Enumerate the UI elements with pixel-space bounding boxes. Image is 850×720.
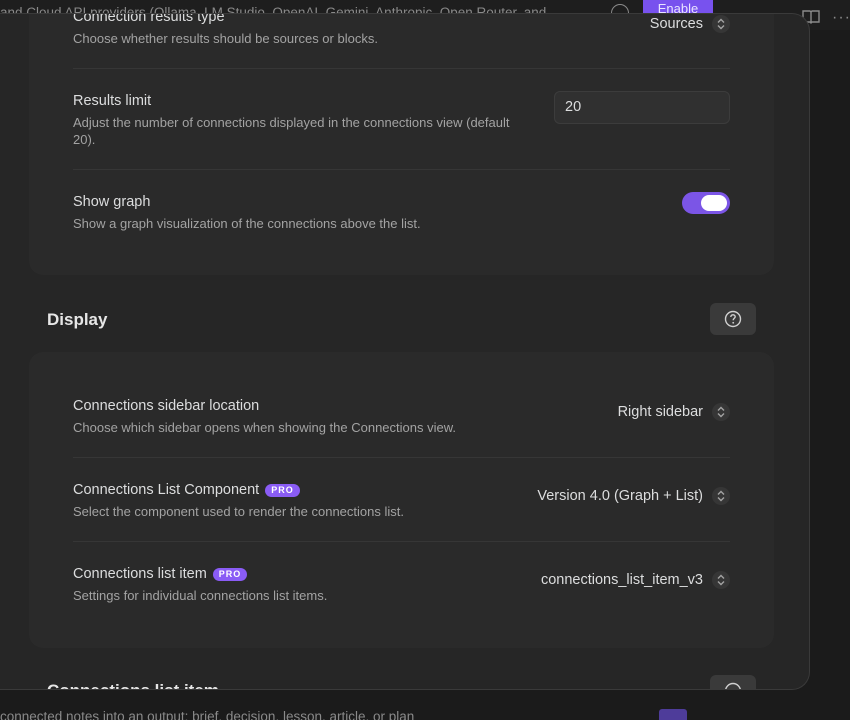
setting-results-limit: Results limit Adjust the number of conne… (73, 92, 513, 148)
settings-modal: Connection results type Choose whether r… (0, 13, 810, 690)
setting-name: Connections sidebar location (73, 398, 260, 414)
select-value: connections_list_item_v3 (540, 572, 703, 588)
question-icon (725, 682, 741, 689)
section-heading-connections-list-item: Connections list item (47, 681, 219, 689)
setting-name: Show graph (73, 194, 151, 210)
list-item-select[interactable]: connections_list_item_v3 (541, 571, 730, 589)
sidebar-location-select[interactable]: Right sidebar (618, 403, 730, 421)
chevron-updown-icon (712, 571, 730, 589)
setting-description: Choose whether results should be sources… (73, 31, 378, 46)
show-graph-toggle[interactable] (682, 192, 730, 214)
divider (73, 169, 730, 170)
divider (73, 457, 730, 458)
setting-description: Show a graph visualization of the connec… (73, 216, 421, 231)
chevron-updown-icon (712, 487, 730, 505)
help-button[interactable] (710, 303, 756, 335)
list-component-select[interactable]: Version 4.0 (Graph + List) (537, 487, 730, 505)
divider (73, 541, 730, 542)
setting-description: Select the component used to render the … (73, 504, 404, 519)
select-value: Right sidebar (617, 404, 703, 420)
setting-name: Connection results type (73, 13, 225, 25)
toggle-knob (701, 195, 727, 211)
divider (73, 68, 730, 69)
setting-name: Results limit (73, 93, 152, 109)
background-bottom-text: connected notes into an output: brief, d… (0, 709, 415, 720)
select-value: Version 4.0 (Graph + List) (537, 488, 703, 504)
question-icon (724, 310, 742, 328)
help-button[interactable] (710, 675, 756, 689)
results-type-select[interactable]: Sources (650, 15, 730, 33)
results-limit-input[interactable]: 20 (554, 91, 730, 124)
chevron-updown-icon (712, 15, 730, 33)
plugin-icon (659, 709, 687, 720)
more-icon[interactable]: ··· (832, 9, 850, 27)
setting-description: Choose which sidebar opens when showing … (73, 420, 457, 435)
select-value: Sources (649, 16, 703, 32)
setting-show-graph: Show graph Show a graph visualization of… (73, 193, 730, 232)
pro-badge: PRO (212, 567, 248, 581)
setting-description: Adjust the number of connections display… (73, 115, 510, 147)
section-heading-display: Display (47, 310, 108, 329)
pro-badge: PRO (265, 483, 300, 497)
setting-name: Connections list item (73, 566, 207, 582)
setting-results-type: Connection results type Choose whether r… (73, 13, 730, 47)
chevron-updown-icon (712, 403, 730, 421)
setting-name: Connections List Component (73, 482, 260, 498)
setting-description: Settings for individual connections list… (73, 588, 328, 603)
